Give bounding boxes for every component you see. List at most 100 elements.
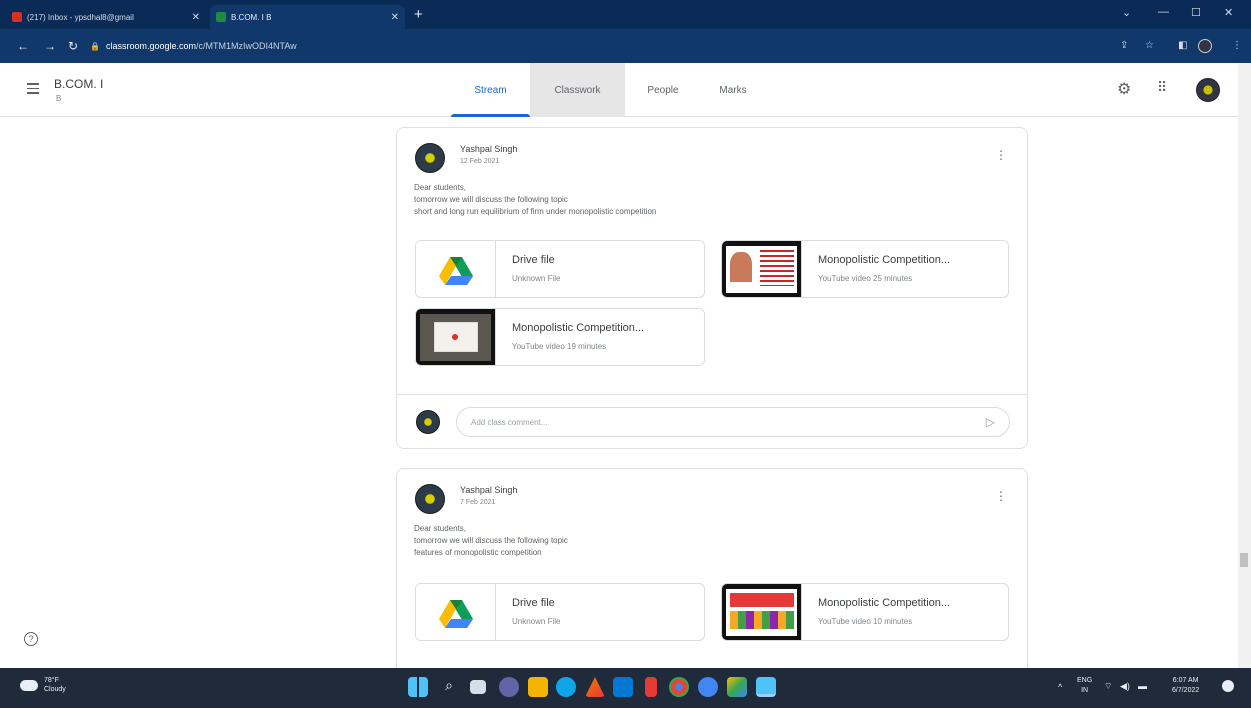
class-section: B [56,94,62,103]
video-thumbnail [722,584,802,640]
search-icon[interactable]: ⌕ [439,677,459,697]
post-text-line: tomorrow we will discuss the following t… [414,195,568,204]
task-view-icon[interactable] [470,680,486,694]
volume-icon[interactable]: ◀) [1120,681,1130,691]
chevron-down-icon[interactable]: ⌄ [1122,6,1131,19]
account-avatar[interactable] [1196,78,1220,102]
notification-icon[interactable] [1222,680,1234,692]
class-comment-input[interactable]: Add class comment... ▷ [456,407,1010,437]
apps-grid-icon[interactable]: ⠿ [1157,79,1167,96]
hamburger-menu-icon[interactable] [27,83,39,97]
battery-icon[interactable]: ▬ [1138,681,1147,691]
attachment-youtube-video[interactable]: Monopolistic Competition... YouTube vide… [415,308,705,366]
cloud-icon [20,679,38,691]
back-arrow-icon[interactable]: ← [17,39,29,53]
attachment-title: Monopolistic Competition... [818,597,951,609]
attachment-subtitle: YouTube video 25 minutes [818,274,913,283]
chrome-icon[interactable] [669,677,689,697]
lang-bottom: IN [1081,687,1089,694]
attachment-drive-file[interactable]: Drive file Unknown File [415,583,705,641]
vlc-icon[interactable] [585,677,605,697]
teams-icon[interactable] [499,677,519,697]
chrome-profile-icon[interactable] [698,677,718,697]
edge-icon[interactable] [556,677,576,697]
new-tab-button[interactable]: + [414,7,423,22]
page-scrollbar[interactable] [1238,63,1251,668]
attachment-subtitle: Unknown File [512,617,561,626]
author-avatar [415,143,445,173]
attachment-title: Monopolistic Competition... [512,322,645,334]
attachment-title: Monopolistic Competition... [818,254,951,266]
minimize-button[interactable]: — [1158,6,1169,18]
browser-titlebar: (217) Inbox - ypsdhal8@gmail ✕ B.COM. I … [0,0,1251,29]
app-icon[interactable] [727,677,747,697]
active-app-icon[interactable] [756,677,776,697]
reload-icon[interactable]: ↻ [68,39,78,53]
post-text-line: Dear students, [414,183,467,192]
video-thumbnail [416,309,496,365]
bookmark-star-icon[interactable]: ☆ [1145,40,1154,51]
url-host: classroom.google.com [105,41,197,51]
weather-widget[interactable]: 78°F Cloudy [20,676,66,694]
send-icon[interactable]: ▷ [986,415,995,429]
post-text-line: short and long run equilibrium of firm u… [414,207,657,216]
close-window-button[interactable]: ✕ [1224,6,1233,19]
scrollbar-thumb[interactable] [1240,553,1248,567]
share-icon[interactable]: ⇪ [1120,40,1128,51]
wifi-icon[interactable]: ⌔ [1104,681,1112,691]
commenter-avatar [416,410,440,434]
language-indicator[interactable]: ENG IN [1077,676,1092,696]
tab-classroom[interactable]: B.COM. I B ✕ [210,5,405,29]
start-icon[interactable] [408,677,428,697]
classroom-icon [216,12,226,22]
clock[interactable]: 6:07 AM 6/7/2022 [1172,676,1199,696]
post-text-line: Dear students, [414,524,467,533]
forward-arrow-icon[interactable]: → [44,39,56,53]
google-drive-icon [416,584,496,640]
video-thumbnail [722,241,802,297]
weather-desc: Cloudy [44,686,66,693]
post-date: 7 Feb 2021 [460,499,496,506]
tab-classwork[interactable]: Classwork [530,63,625,117]
mail-icon[interactable] [613,677,633,697]
stream-post: Yashpal Singh 12 Feb 2021 ⋮ Dear student… [396,127,1028,449]
tab-classroom-label: B.COM. I B [231,12,272,22]
post-author: Yashpal Singh [460,144,518,154]
post-menu-icon[interactable]: ⋮ [995,489,1007,503]
close-tab-icon[interactable]: ✕ [192,12,200,23]
chevron-up-icon[interactable]: ^ [1058,682,1062,692]
url-path: /c/MTM1MzIwODI4NTAw [196,41,297,51]
lock-icon: 🔒 [90,41,100,51]
tab-people[interactable]: People [632,63,694,117]
comment-placeholder: Add class comment... [471,417,548,427]
post-text-line: tomorrow we will discuss the following t… [414,536,568,545]
attachment-youtube-video[interactable]: Monopolistic Competition... YouTube vide… [721,240,1009,298]
tab-inbox[interactable]: (217) Inbox - ypsdhal8@gmail ✕ [6,5,206,29]
url-field[interactable]: 🔒 classroom.google.com /c/MTM1MzIwODI4NT… [90,35,1100,57]
class-title[interactable]: B.COM. I [54,77,103,91]
comment-bar: Add class comment... ▷ [397,394,1027,450]
attachment-subtitle: YouTube video 10 minutes [818,617,913,626]
profile-avatar[interactable] [1198,39,1212,53]
sidebar-icon[interactable]: ◧ [1178,40,1187,51]
windows-taskbar: 78°F Cloudy ⌕ ^ ENG IN ⌔ ◀) ▬ 6:07 AM 6/… [0,668,1251,708]
tab-inbox-label: (217) Inbox - ypsdhal8@gmail [27,12,134,22]
help-icon[interactable]: ? [24,632,38,646]
tab-marks[interactable]: Marks [702,63,764,117]
attachment-drive-file[interactable]: Drive file Unknown File [415,240,705,298]
gear-icon[interactable]: ⚙ [1117,79,1131,99]
tab-stream[interactable]: Stream [451,63,530,117]
gmail-icon [12,12,22,22]
maximize-button[interactable]: ☐ [1191,6,1201,19]
file-explorer-icon[interactable] [528,677,548,697]
attachment-title: Drive file [512,597,555,609]
lang-top: ENG [1077,677,1093,684]
more-menu-icon[interactable]: ⋮ [1232,40,1242,51]
attachment-youtube-video[interactable]: Monopolistic Competition... YouTube vide… [721,583,1009,641]
attachment-subtitle: Unknown File [512,274,561,283]
stream-post: Yashpal Singh 7 Feb 2021 ⋮ Dear students… [396,468,1028,688]
close-tab-icon[interactable]: ✕ [391,12,399,23]
office-icon[interactable] [645,677,657,697]
post-menu-icon[interactable]: ⋮ [995,148,1007,162]
attachment-title: Drive file [512,254,555,266]
